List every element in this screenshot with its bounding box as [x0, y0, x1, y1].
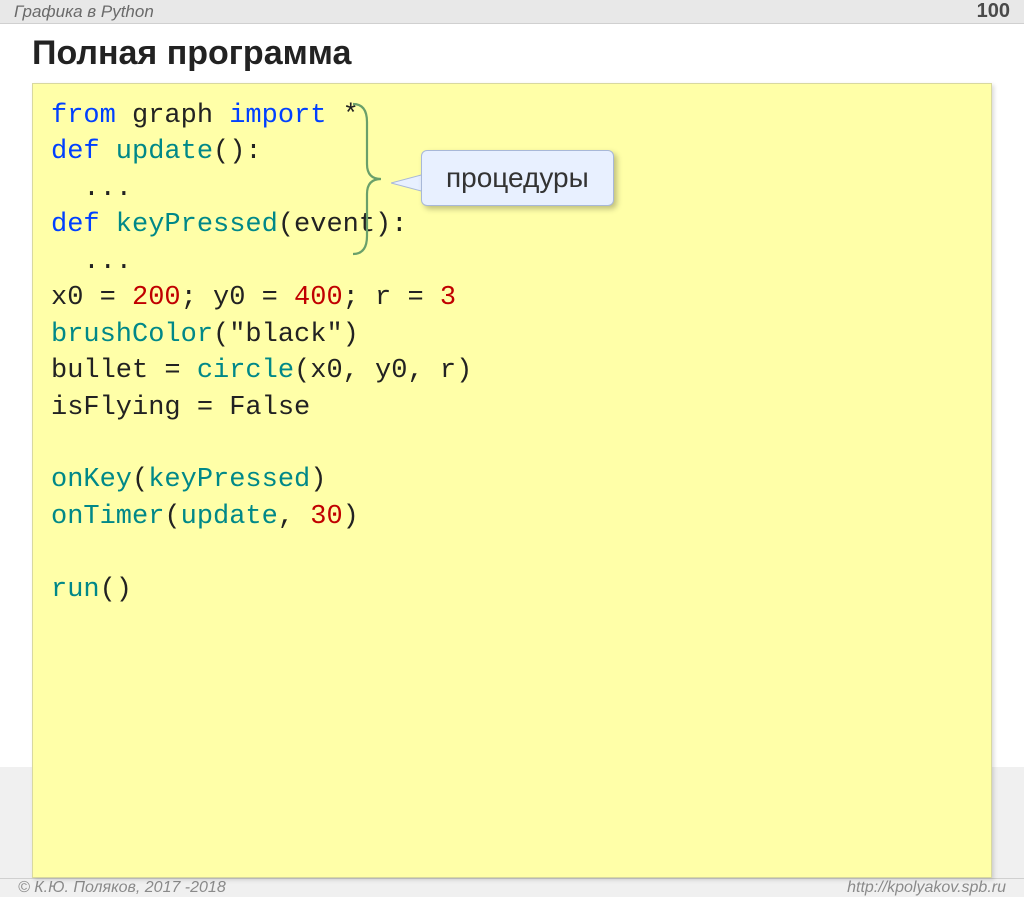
footer: © К.Ю. Поляков, 2017 -2018 http://kpolya… — [0, 878, 1024, 897]
code-text: ... — [51, 247, 132, 277]
code-text: graph — [116, 101, 229, 131]
arg: keyPressed — [148, 465, 310, 495]
page-number: 100 — [977, 0, 1010, 23]
literal: 30 — [310, 502, 342, 532]
content-area: Полная программа from graph import * def… — [0, 24, 1024, 878]
literal: 200 — [132, 283, 181, 313]
kw-def: def — [51, 137, 100, 167]
footer-link: http://kpolyakov.spb.ru — [847, 879, 1006, 897]
fn-run: run — [51, 575, 100, 605]
code-text: ("black") — [213, 320, 359, 350]
code-text: , — [278, 502, 310, 532]
code-text: ( — [132, 465, 148, 495]
slide-title: Полная программа — [32, 34, 992, 73]
callout-label: процедуры — [421, 150, 614, 206]
kw-import: import — [229, 101, 326, 131]
fn-update: update — [100, 137, 213, 167]
code-block: from graph import * def update(): ... de… — [32, 83, 992, 878]
arg: update — [181, 502, 278, 532]
code-text: () — [100, 575, 132, 605]
fn-ontimer: onTimer — [51, 502, 164, 532]
code-text: ; y0 = — [181, 283, 294, 313]
code-text: (x0, y0, r) — [294, 356, 472, 386]
code-text: isFlying = False — [51, 393, 310, 423]
fn-circle: circle — [197, 356, 294, 386]
callout-tail-icon — [391, 172, 425, 194]
code-text: ) — [310, 465, 326, 495]
code-text: ... — [51, 174, 132, 204]
code-text: (): — [213, 137, 262, 167]
slide-topic: Графика в Python — [14, 2, 154, 22]
code-text: * — [326, 101, 358, 131]
code-text: ; r = — [343, 283, 440, 313]
top-bar: Графика в Python 100 — [0, 0, 1024, 24]
code-text: ( — [164, 502, 180, 532]
literal: 400 — [294, 283, 343, 313]
fn-brushcolor: brushColor — [51, 320, 213, 350]
literal: 3 — [440, 283, 456, 313]
copyright: © К.Ю. Поляков, 2017 -2018 — [18, 879, 226, 897]
code-text: ) — [343, 502, 359, 532]
code-text: bullet = — [51, 356, 197, 386]
fn-keypressed: keyPressed — [100, 210, 278, 240]
slide: Графика в Python 100 Полная программа fr… — [0, 0, 1024, 767]
code-text: x0 = — [51, 283, 132, 313]
fn-onkey: onKey — [51, 465, 132, 495]
kw-def: def — [51, 210, 100, 240]
kw-from: from — [51, 101, 116, 131]
code-text: (event): — [278, 210, 408, 240]
